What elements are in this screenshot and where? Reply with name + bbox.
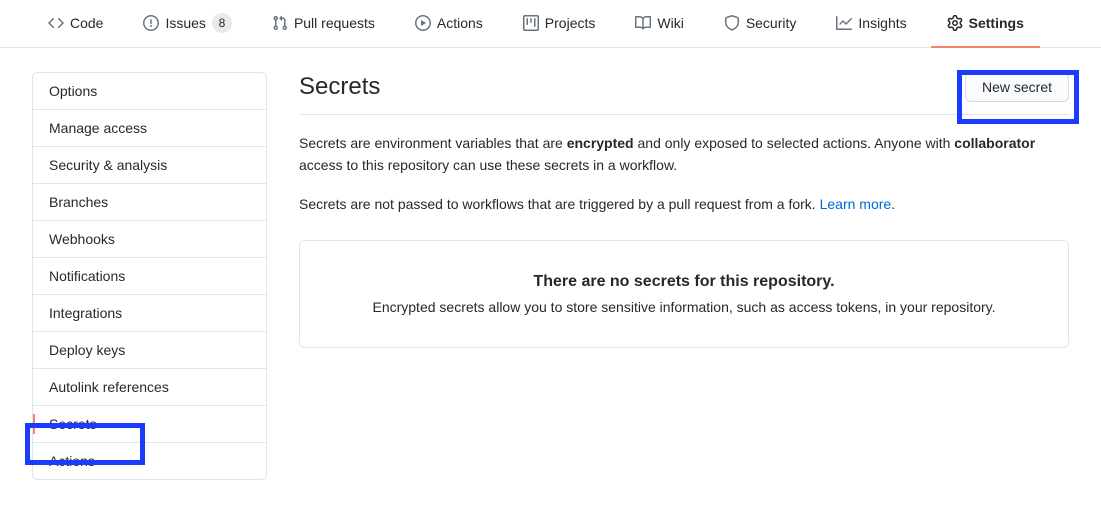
sidebar-item-actions[interactable]: Actions [33, 443, 266, 479]
play-icon [415, 15, 431, 31]
tab-label: Security [746, 15, 797, 31]
sidebar-item-security-analysis[interactable]: Security & analysis [33, 147, 266, 184]
page-title: Secrets [299, 73, 380, 101]
tab-wiki[interactable]: Wiki [619, 0, 699, 48]
tab-code[interactable]: Code [32, 0, 119, 48]
project-icon [523, 15, 539, 31]
tab-label: Issues [165, 15, 205, 31]
issue-icon [143, 15, 159, 31]
page-header: Secrets New secret [299, 72, 1069, 115]
tab-label: Settings [969, 15, 1024, 31]
book-icon [635, 15, 651, 31]
gear-icon [947, 15, 963, 31]
sidebar-item-branches[interactable]: Branches [33, 184, 266, 221]
page-body: Options Manage access Security & analysi… [0, 48, 1101, 504]
tab-security[interactable]: Security [708, 0, 813, 48]
main-content: Secrets New secret Secrets are environme… [299, 72, 1069, 348]
tab-actions[interactable]: Actions [399, 0, 499, 48]
tab-insights[interactable]: Insights [820, 0, 922, 48]
secrets-description-1: Secrets are environment variables that a… [299, 133, 1069, 176]
empty-secrets-panel: There are no secrets for this repository… [299, 240, 1069, 348]
sidebar-item-secrets[interactable]: Secrets [33, 406, 266, 443]
code-icon [48, 15, 64, 31]
sidebar-item-webhooks[interactable]: Webhooks [33, 221, 266, 258]
empty-subtext: Encrypted secrets allow you to store sen… [332, 299, 1036, 315]
settings-sidebar: Options Manage access Security & analysi… [32, 72, 267, 480]
tab-label: Pull requests [294, 15, 375, 31]
learn-more-link[interactable]: Learn more [820, 196, 892, 212]
repo-tabs: Code Issues 8 Pull requests Actions Proj… [0, 0, 1101, 48]
shield-icon [724, 15, 740, 31]
tab-issues[interactable]: Issues 8 [127, 0, 247, 48]
git-pull-request-icon [272, 15, 288, 31]
sidebar-item-autolink[interactable]: Autolink references [33, 369, 266, 406]
tab-label: Insights [858, 15, 906, 31]
graph-icon [836, 15, 852, 31]
tab-label: Code [70, 15, 103, 31]
secrets-description-2: Secrets are not passed to workflows that… [299, 194, 1069, 216]
issues-count-badge: 8 [212, 13, 232, 33]
tab-projects[interactable]: Projects [507, 0, 612, 48]
new-secret-button[interactable]: New secret [965, 72, 1069, 102]
sidebar-item-notifications[interactable]: Notifications [33, 258, 266, 295]
sidebar-item-manage-access[interactable]: Manage access [33, 110, 266, 147]
sidebar-item-deploy-keys[interactable]: Deploy keys [33, 332, 266, 369]
tab-label: Wiki [657, 15, 683, 31]
sidebar-item-integrations[interactable]: Integrations [33, 295, 266, 332]
tab-pulls[interactable]: Pull requests [256, 0, 391, 48]
sidebar-item-options[interactable]: Options [33, 73, 266, 110]
tab-settings[interactable]: Settings [931, 0, 1040, 48]
tab-label: Projects [545, 15, 596, 31]
empty-heading: There are no secrets for this repository… [332, 273, 1036, 291]
tab-label: Actions [437, 15, 483, 31]
